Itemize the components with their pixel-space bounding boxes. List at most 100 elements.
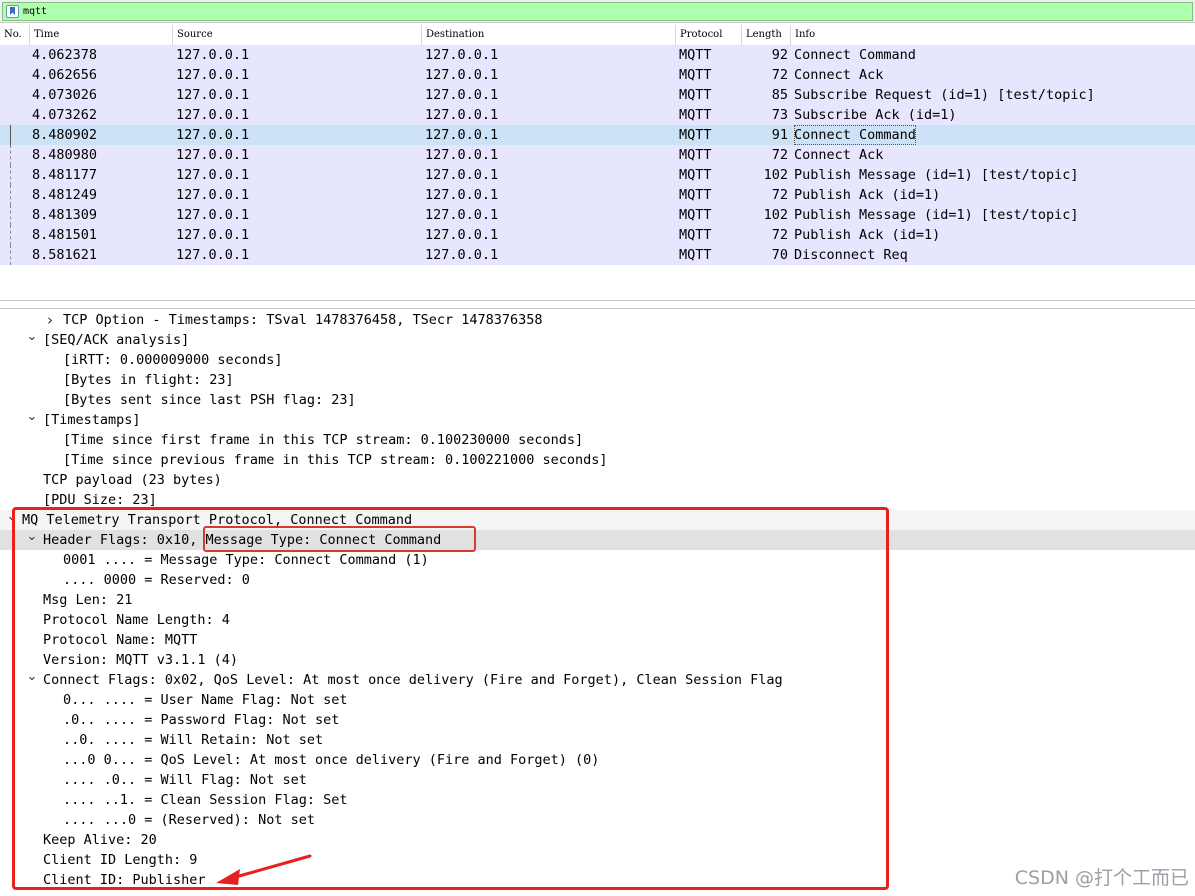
tree-item[interactable]: .0.. .... = Password Flag: Not set (0, 710, 1195, 730)
tree-item[interactable]: ..0. .... = Will Retain: Not set (0, 730, 1195, 750)
column-header-time[interactable]: Time (30, 25, 173, 45)
tree-item[interactable]: ⌄ [Timestamps] (0, 410, 1195, 430)
column-header-info[interactable]: Info (791, 25, 1195, 45)
cell-source: 127.0.0.1 (176, 147, 250, 163)
cell-source: 127.0.0.1 (176, 187, 250, 203)
cell-destination: 127.0.0.1 (425, 187, 499, 203)
cell-source: 127.0.0.1 (176, 107, 250, 123)
packet-details-tree[interactable]: › TCP Option - Timestamps: TSval 14783764… (0, 309, 1195, 896)
cell-time: 8.481177 (32, 167, 98, 183)
display-filter-input[interactable]: mqtt (2, 2, 1193, 21)
chevron-down-icon[interactable]: ⌄ (26, 330, 38, 350)
tree-item-label: [SEQ/ACK analysis] (43, 332, 190, 348)
cell-source: 127.0.0.1 (176, 87, 250, 103)
tree-item-label: TCP Option - Timestamps: TSval 147837645… (63, 312, 543, 328)
cell-time: 4.062656 (32, 67, 98, 83)
cell-protocol: MQTT (679, 167, 712, 183)
tree-item-label: ...0 0... = QoS Level: At most once deli… (63, 752, 600, 768)
cell-destination: 127.0.0.1 (425, 87, 499, 103)
tree-item-label: Version: MQTT v3.1.1 (4) (43, 652, 239, 668)
chevron-right-icon[interactable]: › (44, 310, 56, 330)
tree-item[interactable]: Protocol Name: MQTT (0, 630, 1195, 650)
column-header-source[interactable]: Source (173, 25, 422, 45)
packet-row[interactable]: 4.062378 127.0.0.1 127.0.0.1 MQTT 92 Connect … (0, 45, 1195, 65)
tree-item-label: .... .0.. = Will Flag: Not set (63, 772, 307, 788)
cell-length: 72 (771, 67, 788, 83)
packet-list-header: No. Time Source Destination Protocol Len… (0, 25, 1195, 45)
cell-source: 127.0.0.1 (176, 127, 250, 143)
tree-item[interactable]: .... 0000 = Reserved: 0 (0, 570, 1195, 590)
tree-item[interactable]: TCP payload (23 bytes) (0, 470, 1195, 490)
tree-item[interactable]: ⌄ Header Flags: 0x10, Message Type: Conne… (0, 530, 1195, 550)
tree-item[interactable]: .... ..1. = Clean Session Flag: Set (0, 790, 1195, 810)
tree-item[interactable]: [Time since previous frame in this TCP s… (0, 450, 1195, 470)
tree-item-label: MQ Telemetry Transport Protocol, Connect… (22, 512, 413, 528)
cell-length: 73 (771, 107, 788, 123)
chevron-down-icon[interactable]: ⌄ (6, 510, 18, 530)
cell-length: 72 (771, 147, 788, 163)
cell-source: 127.0.0.1 (176, 47, 250, 63)
cell-info: Connect Ack (794, 147, 884, 163)
packet-row[interactable]: 8.481249 127.0.0.1 127.0.0.1 MQTT 72 Publish … (0, 185, 1195, 205)
cell-length: 85 (771, 87, 788, 103)
chevron-down-icon[interactable]: ⌄ (26, 410, 38, 430)
packet-list[interactable]: No. Time Source Destination Protocol Len… (0, 25, 1195, 295)
tree-item[interactable]: ...0 0... = QoS Level: At most once deli… (0, 750, 1195, 770)
packet-row[interactable]: 8.480902 127.0.0.1 127.0.0.1 MQTT 91 Connect … (0, 125, 1195, 145)
column-header-no[interactable]: No. (0, 25, 30, 45)
bookmark-icon[interactable] (6, 5, 19, 18)
tree-item-label: Header Flags: 0x10, Message Type: Connec… (43, 532, 442, 548)
cell-source: 127.0.0.1 (176, 167, 250, 183)
tree-item[interactable]: [Time since first frame in this TCP stre… (0, 430, 1195, 450)
tree-item[interactable]: [Bytes in flight: 23] (0, 370, 1195, 390)
tree-item[interactable]: ⌄ [SEQ/ACK analysis] (0, 330, 1195, 350)
cell-time: 4.073262 (32, 107, 98, 123)
tree-item[interactable]: Msg Len: 21 (0, 590, 1195, 610)
tree-item-label: Client ID Length: 9 (43, 852, 198, 868)
pane-splitter[interactable] (0, 300, 1195, 309)
packet-row[interactable]: 8.481177 127.0.0.1 127.0.0.1 MQTT 102 Publish… (0, 165, 1195, 185)
tree-item[interactable]: ⌄ MQ Telemetry Transport Protocol, Connec… (0, 510, 1195, 530)
tree-item[interactable]: ⌄ Connect Flags: 0x02, QoS Level: At most… (0, 670, 1195, 690)
related-frame-marker (10, 165, 11, 185)
cell-info: Connect Command (794, 47, 916, 63)
cell-time: 8.581621 (32, 247, 98, 263)
chevron-down-icon[interactable]: ⌄ (26, 670, 38, 690)
cell-time: 4.073026 (32, 87, 98, 103)
column-header-length[interactable]: Length (742, 25, 791, 45)
packet-row[interactable]: 8.481501 127.0.0.1 127.0.0.1 MQTT 72 Publish … (0, 225, 1195, 245)
cell-destination: 127.0.0.1 (425, 167, 499, 183)
column-header-destination[interactable]: Destination (422, 25, 676, 45)
cell-info: Publish Message (id=1) [test/topic] (794, 207, 1079, 223)
tree-item[interactable]: › TCP Option - Timestamps: TSval 14783764… (0, 310, 1195, 330)
tree-item[interactable]: 0001 .... = Message Type: Connect Comman… (0, 550, 1195, 570)
packet-row[interactable]: 4.073262 127.0.0.1 127.0.0.1 MQTT 73 Subscrib… (0, 105, 1195, 125)
tree-item[interactable]: Protocol Name Length: 4 (0, 610, 1195, 630)
cell-info: Publish Ack (id=1) (794, 227, 941, 243)
cell-protocol: MQTT (679, 227, 712, 243)
tree-item[interactable]: [Bytes sent since last PSH flag: 23] (0, 390, 1195, 410)
tree-item-label: [Bytes in flight: 23] (63, 372, 234, 388)
tree-item-label: [Time since previous frame in this TCP s… (63, 452, 608, 468)
related-frame-marker (10, 145, 11, 165)
tree-item-label: Connect Flags: 0x02, QoS Level: At most … (43, 672, 783, 688)
column-header-protocol[interactable]: Protocol (676, 25, 742, 45)
related-frame-marker (10, 205, 11, 225)
packet-row[interactable]: 8.481309 127.0.0.1 127.0.0.1 MQTT 102 Publish… (0, 205, 1195, 225)
tree-item[interactable]: [iRTT: 0.000009000 seconds] (0, 350, 1195, 370)
cell-info: Connect Ack (794, 67, 884, 83)
packet-row[interactable]: 8.581621 127.0.0.1 127.0.0.1 MQTT 70 Disconne… (0, 245, 1195, 265)
tree-item[interactable]: .... ...0 = (Reserved): Not set (0, 810, 1195, 830)
chevron-down-icon[interactable]: ⌄ (26, 530, 38, 550)
tree-item-label: .... 0000 = Reserved: 0 (63, 572, 250, 588)
packet-row[interactable]: 8.480980 127.0.0.1 127.0.0.1 MQTT 72 Connect … (0, 145, 1195, 165)
tree-item[interactable]: 0... .... = User Name Flag: Not set (0, 690, 1195, 710)
tree-item[interactable]: .... .0.. = Will Flag: Not set (0, 770, 1195, 790)
packet-row[interactable]: 4.073026 127.0.0.1 127.0.0.1 MQTT 85 Subscrib… (0, 85, 1195, 105)
packet-row[interactable]: 4.062656 127.0.0.1 127.0.0.1 MQTT 72 Connect … (0, 65, 1195, 85)
tree-item[interactable]: [PDU Size: 23] (0, 490, 1195, 510)
tree-item[interactable]: Version: MQTT v3.1.1 (4) (0, 650, 1195, 670)
cell-info: Disconnect Req (794, 247, 908, 263)
cell-protocol: MQTT (679, 67, 712, 83)
tree-item[interactable]: Keep Alive: 20 (0, 830, 1195, 850)
